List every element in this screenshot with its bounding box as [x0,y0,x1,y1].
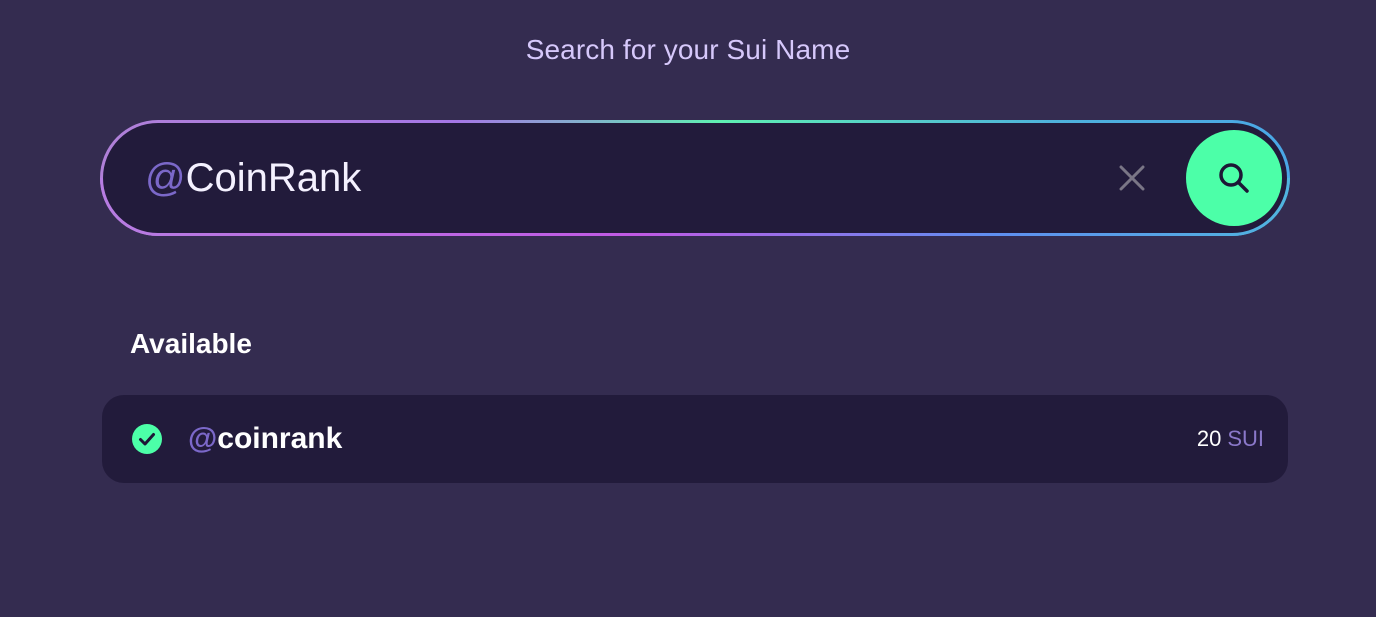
available-section-label: Available [130,328,252,359]
result-row[interactable]: @ coinrank 20 SUI [102,395,1288,483]
result-price: 20 [1196,426,1222,451]
search-button[interactable] [1186,130,1282,226]
search-bar: @ CoinRank [100,120,1290,236]
search-field-container[interactable]: @ CoinRank [103,123,1287,233]
result-name: coinrank [217,422,343,455]
search-icon [1219,163,1249,193]
result-at-prefix: @ [188,422,218,455]
search-input[interactable]: CoinRank [186,158,1112,198]
check-circle-icon [132,424,162,454]
page-title: Search for your Sui Name [525,34,851,65]
result-currency: SUI [1227,426,1264,451]
clear-button[interactable] [1112,158,1152,198]
search-at-prefix: @ [145,156,186,200]
close-icon [1119,165,1145,191]
